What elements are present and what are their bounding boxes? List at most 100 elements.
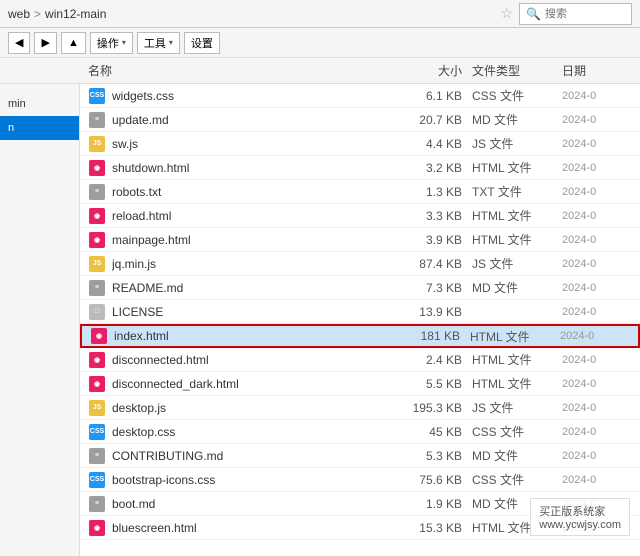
- file-type: HTML 文件: [472, 207, 562, 224]
- file-size: 3.3 KB: [392, 209, 472, 223]
- table-row[interactable]: ◉ shutdown.html 3.2 KB HTML 文件 2024-0: [80, 156, 640, 180]
- breadcrumb-win12[interactable]: win12-main: [45, 7, 106, 21]
- md-icon: ≡: [88, 279, 106, 297]
- table-row[interactable]: ◉ disconnected.html 2.4 KB HTML 文件 2024-…: [80, 348, 640, 372]
- tools-label: 工具: [144, 35, 166, 51]
- file-size: 45 KB: [392, 425, 472, 439]
- file-name: widgets.css: [112, 89, 392, 103]
- back-button[interactable]: ◀: [8, 32, 30, 54]
- file-type: JS 文件: [472, 135, 562, 152]
- file-name: jq.min.js: [112, 257, 392, 271]
- watermark-line1: 买正版系统家: [539, 503, 621, 519]
- file-type: MD 文件: [472, 111, 562, 128]
- table-row[interactable]: CSS bootstrap-icons.css 75.6 KB CSS 文件 2…: [80, 468, 640, 492]
- table-row[interactable]: JS jq.min.js 87.4 KB JS 文件 2024-0: [80, 252, 640, 276]
- table-row[interactable]: JS desktop.js 195.3 KB JS 文件 2024-0: [80, 396, 640, 420]
- sidebar-item-min[interactable]: min: [0, 92, 79, 116]
- favorite-star-icon[interactable]: ☆: [500, 5, 513, 22]
- up-button[interactable]: ▲: [61, 32, 86, 54]
- table-row[interactable]: CSS desktop.css 45 KB CSS 文件 2024-0: [80, 420, 640, 444]
- file-size: 20.7 KB: [392, 113, 472, 127]
- file-name: reload.html: [112, 209, 392, 223]
- file-type: JS 文件: [472, 399, 562, 416]
- table-row[interactable]: CSS widgets.css 6.1 KB CSS 文件 2024-0: [80, 84, 640, 108]
- table-row[interactable]: □ LICENSE 13.9 KB 2024-0: [80, 300, 640, 324]
- breadcrumb-sep1: >: [34, 7, 41, 21]
- file-type: CSS 文件: [472, 423, 562, 440]
- file-name: desktop.css: [112, 425, 392, 439]
- table-row[interactable]: ◉ index.html 181 KB HTML 文件 2024-0: [80, 324, 640, 348]
- file-size: 6.1 KB: [392, 89, 472, 103]
- column-headers: 名称 大小 文件类型 日期: [0, 58, 640, 84]
- table-row[interactable]: ◉ disconnected_dark.html 5.5 KB HTML 文件 …: [80, 372, 640, 396]
- watermark: 买正版系统家 www.ycwjsy.com: [530, 498, 630, 536]
- file-date: 2024-0: [562, 258, 632, 270]
- file-size: 3.9 KB: [392, 233, 472, 247]
- table-row[interactable]: JS sw.js 4.4 KB JS 文件 2024-0: [80, 132, 640, 156]
- table-row[interactable]: ◉ mainpage.html 3.9 KB HTML 文件 2024-0: [80, 228, 640, 252]
- table-row[interactable]: ≡ robots.txt 1.3 KB TXT 文件 2024-0: [80, 180, 640, 204]
- file-type: HTML 文件: [472, 375, 562, 392]
- file-size: 75.6 KB: [392, 473, 472, 487]
- md-icon: ≡: [88, 447, 106, 465]
- file-type: HTML 文件: [472, 351, 562, 368]
- file-type: TXT 文件: [472, 183, 562, 200]
- file-date: 2024-0: [562, 354, 632, 366]
- file-size: 3.2 KB: [392, 161, 472, 175]
- js-icon: JS: [88, 135, 106, 153]
- watermark-site: www.ycwjsy.com: [539, 519, 621, 531]
- md-icon: ≡: [88, 495, 106, 513]
- file-name: bootstrap-icons.css: [112, 473, 392, 487]
- file-size: 7.3 KB: [392, 281, 472, 295]
- file-date: 2024-0: [562, 186, 632, 198]
- txt-icon: ≡: [88, 183, 106, 201]
- file-type: CSS 文件: [472, 471, 562, 488]
- generic-icon: □: [88, 303, 106, 321]
- file-date: 2024-0: [562, 378, 632, 390]
- file-list: CSS widgets.css 6.1 KB CSS 文件 2024-0 ≡ u…: [80, 84, 640, 540]
- file-date: 2024-0: [562, 306, 632, 318]
- file-size: 2.4 KB: [392, 353, 472, 367]
- col-header-date: 日期: [562, 62, 632, 79]
- css-icon: CSS: [88, 423, 106, 441]
- file-name: robots.txt: [112, 185, 392, 199]
- actions-dropdown-icon: ▾: [122, 38, 126, 47]
- table-row[interactable]: ◉ reload.html 3.3 KB HTML 文件 2024-0: [80, 204, 640, 228]
- file-name: index.html: [114, 329, 390, 343]
- file-name: desktop.js: [112, 401, 392, 415]
- file-date: 2024-0: [562, 90, 632, 102]
- toolbar: ◀ ▶ ▲ 操作 ▾ 工具 ▾ 设置: [0, 28, 640, 58]
- file-date: 2024-0: [562, 426, 632, 438]
- file-size: 1.3 KB: [392, 185, 472, 199]
- file-type: HTML 文件: [472, 159, 562, 176]
- breadcrumb-web[interactable]: web: [8, 7, 30, 21]
- tools-button[interactable]: 工具 ▾: [137, 32, 180, 54]
- search-input[interactable]: [545, 8, 625, 20]
- search-box[interactable]: 🔍: [519, 3, 632, 25]
- file-date: 2024-0: [562, 234, 632, 246]
- file-name: disconnected_dark.html: [112, 377, 392, 391]
- file-size: 13.9 KB: [392, 305, 472, 319]
- forward-button[interactable]: ▶: [34, 32, 56, 54]
- file-date: 2024-0: [560, 330, 630, 342]
- file-name: bluescreen.html: [112, 521, 392, 535]
- css-icon: CSS: [88, 87, 106, 105]
- actions-button[interactable]: 操作 ▾: [90, 32, 133, 54]
- table-row[interactable]: ≡ README.md 7.3 KB MD 文件 2024-0: [80, 276, 640, 300]
- file-date: 2024-0: [562, 282, 632, 294]
- md-icon: ≡: [88, 111, 106, 129]
- file-name: README.md: [112, 281, 392, 295]
- file-size: 4.4 KB: [392, 137, 472, 151]
- html-icon: ◉: [90, 327, 108, 345]
- table-row[interactable]: ≡ update.md 20.7 KB MD 文件 2024-0: [80, 108, 640, 132]
- file-type: HTML 文件: [470, 328, 560, 345]
- sidebar-item-n[interactable]: n: [0, 116, 79, 140]
- file-size: 195.3 KB: [392, 401, 472, 415]
- table-row[interactable]: ≡ CONTRIBUTING.md 5.3 KB MD 文件 2024-0: [80, 444, 640, 468]
- file-name: mainpage.html: [112, 233, 392, 247]
- settings-button[interactable]: 设置: [184, 32, 220, 54]
- file-size: 5.5 KB: [392, 377, 472, 391]
- file-type: HTML 文件: [472, 231, 562, 248]
- html-icon: ◉: [88, 159, 106, 177]
- file-list-container[interactable]: CSS widgets.css 6.1 KB CSS 文件 2024-0 ≡ u…: [80, 84, 640, 556]
